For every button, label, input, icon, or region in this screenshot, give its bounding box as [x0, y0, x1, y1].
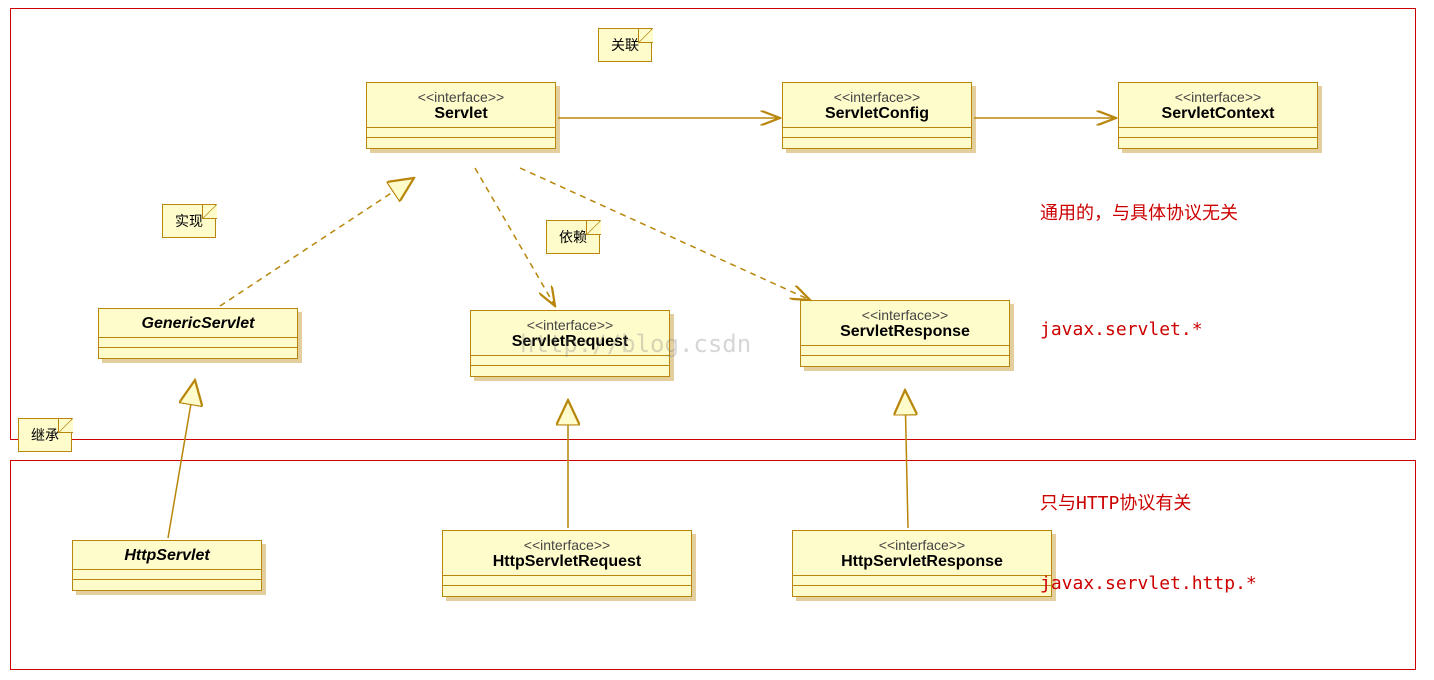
class-name: ServletResponse [811, 323, 999, 341]
class-name: HttpServlet [83, 547, 251, 565]
note-inheritance: 继承 [18, 418, 72, 452]
class-servlet-response: <<interface>> ServletResponse [800, 300, 1010, 367]
note-realization: 实现 [162, 204, 216, 238]
class-name: ServletConfig [793, 105, 961, 123]
class-generic-servlet: GenericServlet [98, 308, 298, 359]
note-dependency: 依赖 [546, 220, 600, 254]
stereotype: <<interface>> [811, 307, 999, 323]
stereotype: <<interface>> [453, 537, 681, 553]
class-name: Servlet [377, 105, 545, 123]
class-name: HttpServletResponse [803, 553, 1041, 571]
class-name: GenericServlet [109, 315, 287, 333]
class-http-servlet: HttpServlet [72, 540, 262, 591]
class-servlet-config: <<interface>> ServletConfig [782, 82, 972, 149]
stereotype: <<interface>> [1129, 89, 1307, 105]
stereotype: <<interface>> [803, 537, 1041, 553]
note-association: 关联 [598, 28, 652, 62]
red-text-4: javax.servlet.http.* [1040, 570, 1340, 597]
watermark: http://blog.csdn [520, 330, 751, 358]
class-name: ServletContext [1129, 105, 1307, 123]
red-text-3: 只与HTTP协议有关 [1040, 490, 1340, 517]
red-text-1: 通用的，与具体协议无关 [1040, 200, 1340, 227]
class-name: HttpServletRequest [453, 553, 681, 571]
class-servlet: <<interface>> Servlet [366, 82, 556, 149]
class-http-request: <<interface>> HttpServletRequest [442, 530, 692, 597]
class-servlet-context: <<interface>> ServletContext [1118, 82, 1318, 149]
stereotype: <<interface>> [793, 89, 961, 105]
red-text-2: javax.servlet.* [1040, 316, 1340, 343]
class-http-response: <<interface>> HttpServletResponse [792, 530, 1052, 597]
stereotype: <<interface>> [377, 89, 545, 105]
